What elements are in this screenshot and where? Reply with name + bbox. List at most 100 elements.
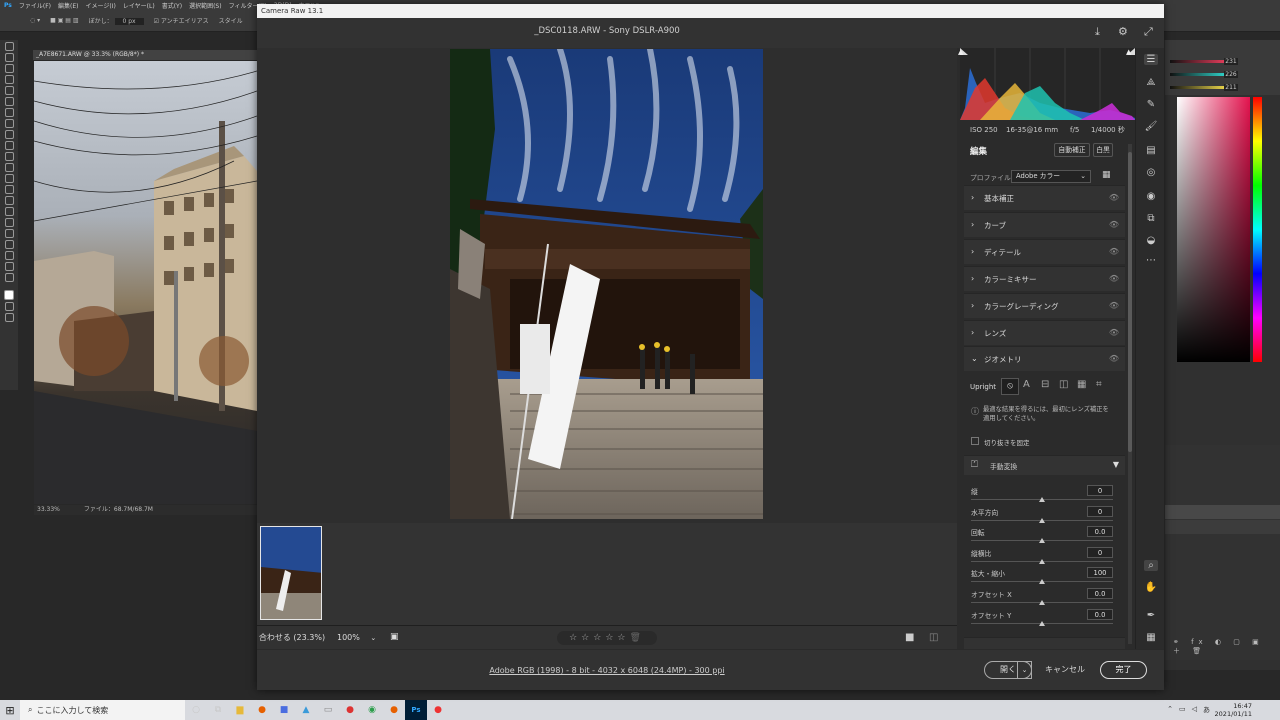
windows-start-icon[interactable]: ⊞: [0, 700, 20, 720]
panel-section-6[interactable]: ⌄ ジオメトリ 👁: [964, 346, 1125, 371]
slider-value-input[interactable]: 0: [1087, 505, 1113, 517]
slider-thumb[interactable]: [1039, 579, 1045, 585]
rating-stars[interactable]: ☆☆☆☆☆🗑: [557, 631, 657, 645]
ime-icon[interactable]: あ: [1203, 705, 1210, 715]
chrome-icon[interactable]: ◉: [361, 700, 383, 720]
star-icon[interactable]: ☆: [617, 633, 629, 643]
app-icon[interactable]: ■: [273, 700, 295, 720]
firefox-icon[interactable]: ●: [251, 700, 273, 720]
ps-menu-file[interactable]: ファイル(F): [19, 1, 51, 10]
zoom-tool-icon[interactable]: [4, 262, 14, 271]
single-view-icon[interactable]: ■: [905, 632, 914, 643]
stamp-tool-icon[interactable]: [4, 141, 14, 150]
chevron-up-icon[interactable]: ⌃: [1167, 705, 1173, 715]
eye-icon[interactable]: 👁: [1109, 193, 1119, 202]
slider-thumb[interactable]: [1039, 497, 1045, 502]
done-button[interactable]: 完了: [1100, 661, 1147, 679]
upright-auto-icon[interactable]: A: [1023, 379, 1030, 390]
slider-thumb[interactable]: [1039, 558, 1045, 564]
filmstrip-thumbnail[interactable]: [260, 526, 322, 620]
spot-removal-icon[interactable]: ✎: [1144, 99, 1158, 110]
slider-value-input[interactable]: 0.0: [1087, 526, 1113, 538]
shape-tool-icon[interactable]: [4, 240, 14, 249]
hand-tool-icon[interactable]: [4, 251, 14, 260]
workflow-options-link[interactable]: Adobe RGB (1998) - 8 bit - 4032 x 6048 (…: [257, 666, 957, 675]
antialias-checkbox[interactable]: ☑ アンチエイリアス: [154, 16, 209, 25]
lasso-tool-icon[interactable]: [4, 64, 14, 73]
app-icon[interactable]: ▭: [317, 700, 339, 720]
ps-menu-edit[interactable]: 編集(E): [58, 1, 78, 10]
type-tool-icon[interactable]: [4, 218, 14, 227]
ps-document-canvas[interactable]: [34, 61, 257, 504]
layer-row[interactable]: [1165, 505, 1280, 519]
shadow-clip-icon[interactable]: ▲: [958, 48, 966, 56]
upright-vertical-icon[interactable]: ◫: [1059, 379, 1068, 390]
foreground-color-swatch[interactable]: [4, 290, 14, 300]
slider-thumb[interactable]: [1039, 517, 1045, 523]
layer-row[interactable]: [1165, 520, 1280, 534]
healing-tool-icon[interactable]: [4, 119, 14, 128]
more-icon[interactable]: ⋯: [1144, 255, 1158, 266]
layer-actions-icons[interactable]: ⚭ fx ◐ ▢ ▣ ＋ 🗑: [1173, 638, 1280, 656]
before-after-icon[interactable]: ◫: [929, 632, 938, 643]
frame-tool-icon[interactable]: [4, 97, 14, 106]
hand-icon[interactable]: ✋: [1144, 582, 1158, 593]
app-icon[interactable]: ●: [427, 700, 449, 720]
app-icon[interactable]: ▲: [295, 700, 317, 720]
panel-section-3[interactable]: › カラーミキサー 👁: [964, 266, 1125, 291]
zoom-dropdown[interactable]: 100% ⌄: [337, 626, 376, 650]
quick-mask-icon[interactable]: [4, 302, 14, 311]
photoshop-taskbar-icon[interactable]: Ps: [405, 700, 427, 720]
fullscreen-icon[interactable]: ⤢: [1144, 25, 1153, 39]
star-icon[interactable]: ☆: [593, 633, 605, 643]
panel-scrollbar-thumb[interactable]: [1128, 152, 1132, 452]
panel-section-2[interactable]: › ディテール 👁: [964, 239, 1125, 264]
eyedropper-tool-icon[interactable]: [4, 108, 14, 117]
ps-menu-type[interactable]: 書式(Y): [162, 1, 182, 10]
save-icon[interactable]: ⤓: [1095, 25, 1100, 39]
camera-raw-titlebar[interactable]: Camera Raw 13.1: [257, 4, 1164, 18]
bw-button[interactable]: 白黒: [1093, 143, 1113, 157]
eye-icon[interactable]: 👁: [1109, 354, 1119, 363]
graduated-filter-icon[interactable]: ▤: [1144, 145, 1158, 156]
slider-value-input[interactable]: 100: [1087, 567, 1113, 579]
preview-photo[interactable]: [450, 49, 763, 519]
selection-mode-icons[interactable]: ■ ▣ ▤ ▥: [50, 17, 78, 24]
panel-section-5[interactable]: › レンズ 👁: [964, 320, 1125, 345]
taskbar-search-box[interactable]: ⌕ ここに入力して検索: [20, 700, 185, 720]
ps-document-tab[interactable]: _A7E8671.ARW @ 33.3% (RGB/8*) *: [33, 50, 257, 60]
app-icon[interactable]: ●: [383, 700, 405, 720]
green-value[interactable]: 226: [1224, 71, 1238, 78]
color-picker-field[interactable]: [1177, 97, 1250, 362]
fit-zoom-button[interactable]: 合わせる (23.3%): [257, 626, 327, 650]
hue-slider[interactable]: [1253, 97, 1262, 362]
eye-icon[interactable]: 👁: [1109, 274, 1119, 283]
slider-thumb[interactable]: [1039, 538, 1045, 544]
blur-tool-icon[interactable]: [4, 185, 14, 194]
slider-value-input[interactable]: 0: [1087, 485, 1113, 496]
app-icon[interactable]: ●: [339, 700, 361, 720]
blue-value[interactable]: 211: [1224, 84, 1238, 91]
star-icon[interactable]: ☆: [569, 633, 581, 643]
cancel-button[interactable]: キャンセル: [1037, 661, 1093, 679]
upright-full-icon[interactable]: ▦: [1077, 379, 1086, 390]
red-value[interactable]: 231: [1224, 58, 1238, 65]
ps-menu-image[interactable]: イメージ(I): [86, 1, 116, 10]
brush-tool-icon[interactable]: [4, 130, 14, 139]
upright-level-icon[interactable]: ⊟: [1041, 379, 1049, 390]
slider-value-input[interactable]: 0: [1087, 546, 1113, 558]
move-tool-icon[interactable]: [4, 42, 14, 51]
ps-menu-select[interactable]: 選択範囲(S): [189, 1, 222, 10]
eye-icon[interactable]: 👁: [1109, 328, 1119, 337]
file-explorer-icon[interactable]: ▆: [229, 700, 251, 720]
gradient-tool-icon[interactable]: [4, 174, 14, 183]
feather-input[interactable]: 0 px: [114, 18, 144, 25]
blue-slider[interactable]: [1170, 86, 1225, 89]
slider-value-input[interactable]: 0.0: [1087, 588, 1113, 599]
ps-menu-layer[interactable]: レイヤー(L): [123, 1, 155, 10]
red-eye-icon[interactable]: ◉: [1144, 191, 1158, 202]
auto-button[interactable]: 自動補正: [1054, 143, 1090, 157]
eye-icon[interactable]: 👁: [1109, 301, 1119, 310]
zoom-icon[interactable]: ⌕: [1144, 560, 1158, 571]
crop-tool-icon[interactable]: [4, 86, 14, 95]
